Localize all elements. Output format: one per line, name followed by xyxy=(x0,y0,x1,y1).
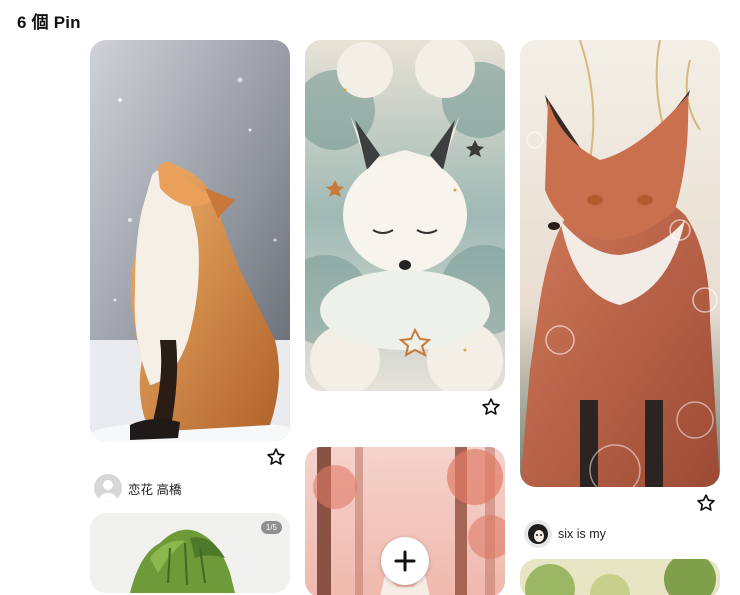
avatar xyxy=(524,520,552,548)
pin-column-1: 恋花 高橋 1/5 xyxy=(90,40,290,593)
author-name: six is my xyxy=(558,527,606,541)
bubble-fox-image xyxy=(520,40,720,487)
image-count-badge: 1/5 xyxy=(260,521,282,534)
user-avatar-image xyxy=(524,520,552,548)
avatar xyxy=(94,474,122,502)
star-outline-icon[interactable] xyxy=(481,397,501,417)
plant-image xyxy=(90,513,290,593)
cloud-fox-image xyxy=(305,40,505,391)
pin-image-bubble-fox[interactable] xyxy=(520,40,720,487)
pin-image-snow-fox[interactable] xyxy=(90,40,290,441)
pin-author-3[interactable]: six is my xyxy=(524,517,720,551)
pin-actions-2 xyxy=(305,391,505,447)
pin-image-cloud-fox[interactable] xyxy=(305,40,505,391)
pin-author-1[interactable]: 恋花 高橋 xyxy=(94,471,290,505)
plus-icon xyxy=(394,550,416,572)
pin-image-forest-fox[interactable] xyxy=(305,447,505,595)
pin-column-3: six is my xyxy=(520,40,720,595)
pin-count-heading: 6 個 Pin xyxy=(17,13,81,32)
star-outline-icon[interactable] xyxy=(696,493,716,513)
board-page: 6 個 Pin 恋花 高橋 1/5 six is my xyxy=(0,0,740,595)
add-pin-button[interactable] xyxy=(381,537,429,585)
star-outline-icon[interactable] xyxy=(266,447,286,467)
default-avatar-icon xyxy=(94,474,122,502)
greenery-image xyxy=(520,559,720,595)
pin-image-greenery[interactable] xyxy=(520,559,720,595)
pin-actions-1 xyxy=(90,441,290,471)
snow-fox-image xyxy=(90,40,290,441)
pin-actions-3 xyxy=(520,487,720,517)
pin-image-plant[interactable]: 1/5 xyxy=(90,513,290,593)
pin-column-2 xyxy=(305,40,505,595)
author-name: 恋花 高橋 xyxy=(128,482,182,497)
